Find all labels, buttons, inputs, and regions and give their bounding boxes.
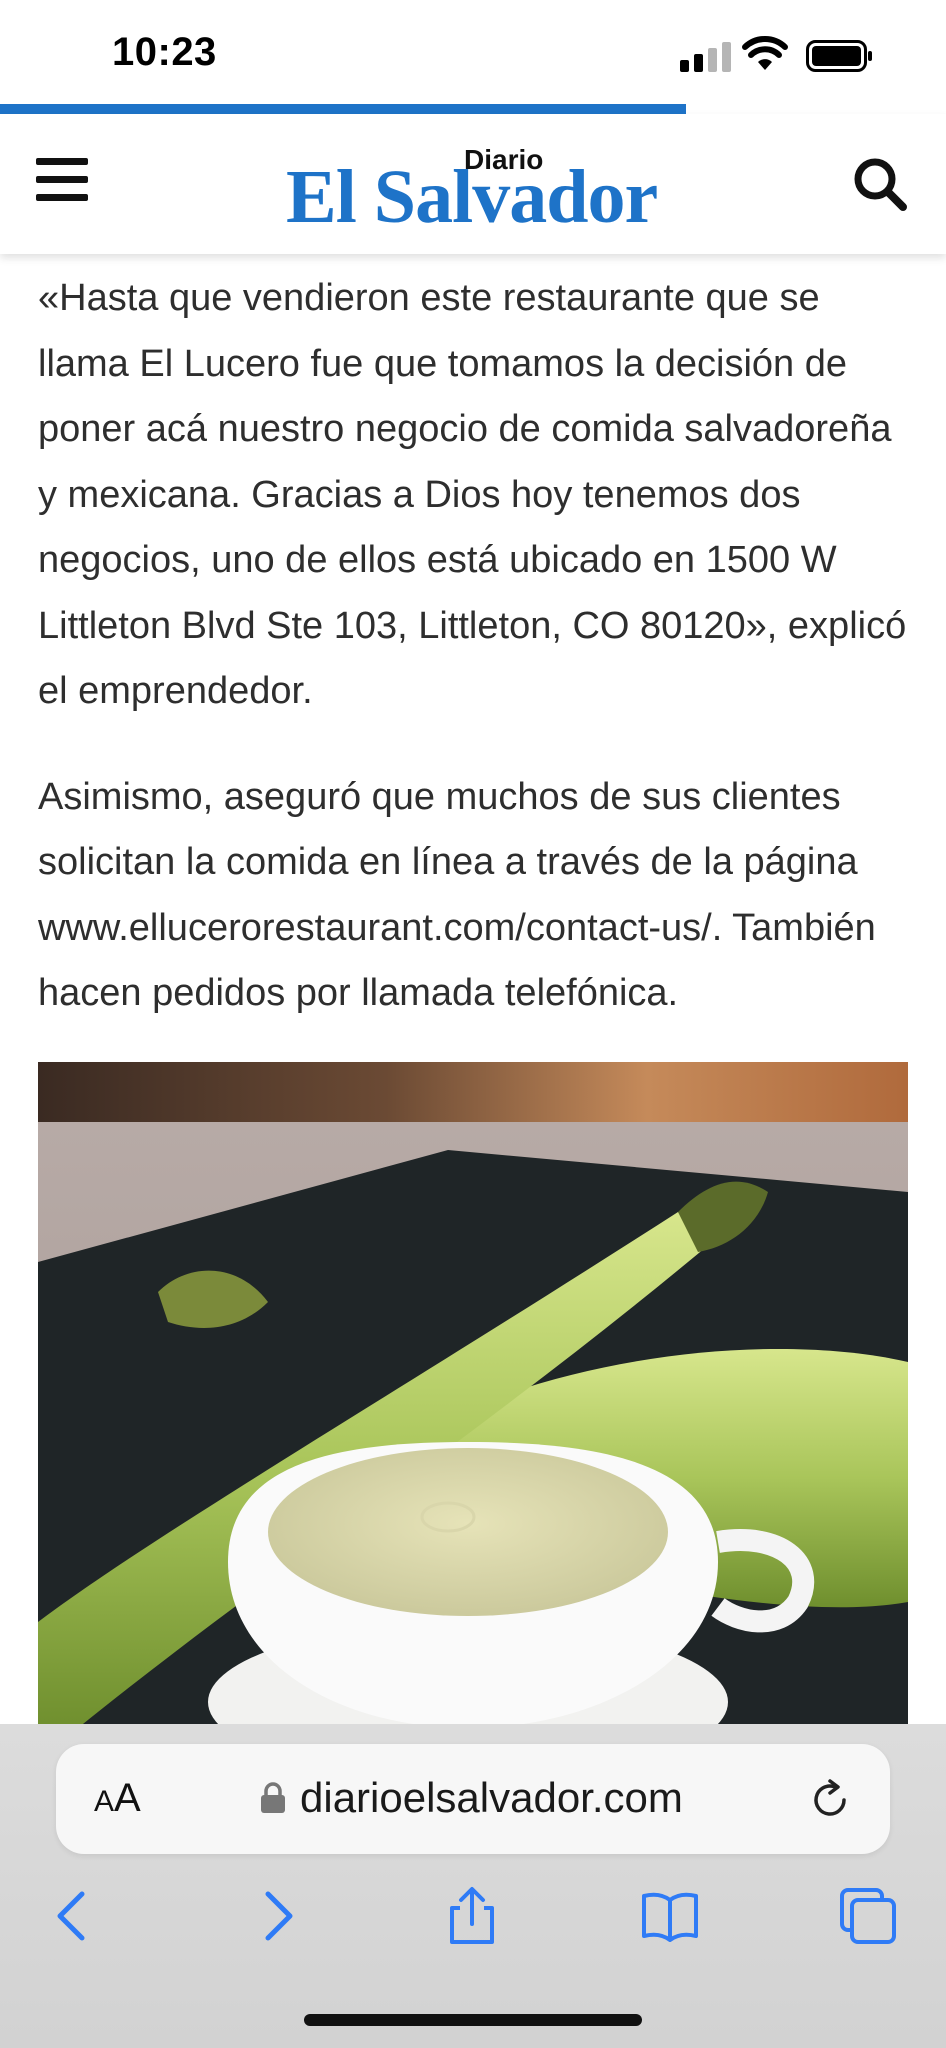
site-logo[interactable]: El Salvador Diario [286, 144, 666, 239]
article-body: «Hasta que vendieron este restaurante qu… [38, 254, 908, 1027]
url-text[interactable]: diarioelsalvador.com [300, 1774, 683, 1822]
article-paragraph: «Hasta que vendieron este restaurante qu… [38, 277, 907, 712]
share-icon[interactable] [442, 1886, 502, 1946]
status-bar: 10:23 [0, 0, 946, 104]
reading-progress-bar [0, 104, 946, 114]
reload-icon[interactable] [808, 1778, 852, 1822]
article-photo[interactable] [38, 1062, 908, 1728]
text-size-button[interactable]: AA [94, 1776, 141, 1821]
wifi-icon [742, 36, 788, 70]
site-header: El Salvador Diario [0, 114, 946, 254]
lock-icon [261, 1782, 285, 1813]
hamburger-menu-icon[interactable] [36, 158, 88, 202]
forward-icon[interactable] [246, 1886, 306, 1946]
back-icon[interactable] [44, 1886, 104, 1946]
cellular-signal-icon [680, 42, 732, 72]
battery-icon [806, 40, 872, 72]
corn-atol-photo-illustration [38, 1062, 908, 1728]
home-indicator [304, 2014, 642, 2026]
search-icon[interactable] [852, 156, 908, 212]
browser-bottom-bar: AA diarioelsalvador.com [0, 1724, 946, 2048]
logo-small-text: Diario [464, 144, 544, 175]
reading-progress-fill [0, 104, 686, 114]
address-bar[interactable]: AA diarioelsalvador.com [56, 1744, 890, 1854]
article-paragraph: Asimismo, aseguró que muchos de sus clie… [38, 775, 876, 1015]
tabs-icon[interactable] [838, 1886, 898, 1946]
bookmarks-icon[interactable] [640, 1886, 700, 1946]
status-time: 10:23 [112, 30, 217, 74]
